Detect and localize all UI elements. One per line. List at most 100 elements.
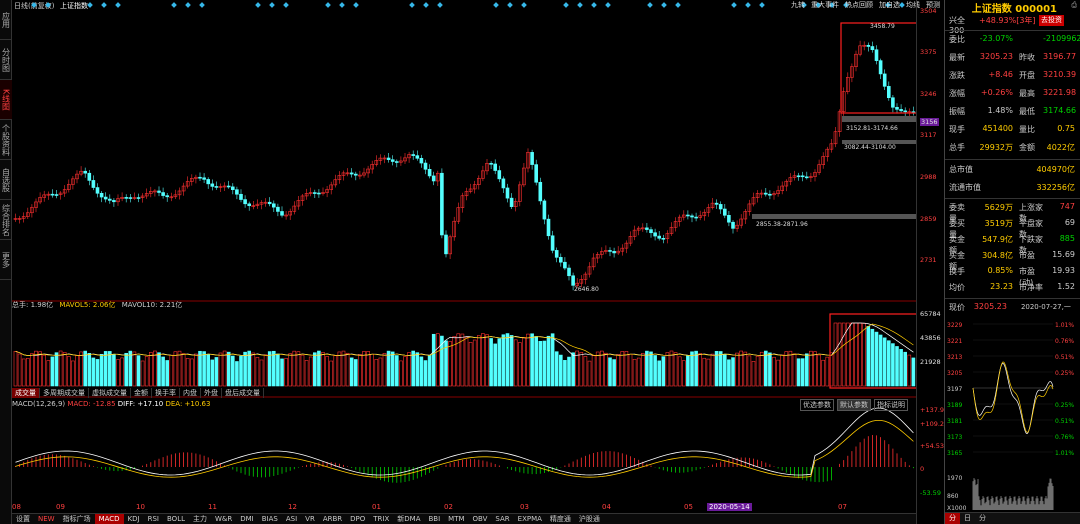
event-marker[interactable] xyxy=(759,2,765,8)
event-marker[interactable] xyxy=(339,2,345,8)
btab-mtm[interactable]: MTM xyxy=(444,514,468,524)
btab-obv[interactable]: OBV xyxy=(469,514,492,524)
event-marker[interactable] xyxy=(437,2,443,8)
btab-new[interactable]: NEW xyxy=(34,514,59,524)
btab-main[interactable]: 主力 xyxy=(189,514,211,524)
event-marker[interactable] xyxy=(647,2,653,8)
q2-row: 均价 23.23 市净率 1.52 xyxy=(949,282,1075,292)
tab-timeshare[interactable]: 分时图 xyxy=(0,40,12,80)
btab-settings[interactable]: 设置 xyxy=(12,514,34,524)
volume-bar xyxy=(173,351,178,387)
vtab-volume[interactable]: 成交量 xyxy=(12,388,40,398)
btab-dmi[interactable]: DMI xyxy=(236,514,258,524)
vtab-outer[interactable]: 外盘 xyxy=(201,388,222,398)
tab-stock-info[interactable]: 个股资料 xyxy=(0,120,12,160)
indicator-help-button[interactable]: 指标说明 xyxy=(874,399,908,411)
intraday-minichart[interactable]: 3229 3221 3213 3205 3197 3189 3181 3173 3165 1.01… xyxy=(945,318,1080,512)
vtab-virtual[interactable]: 虚拟成交量 xyxy=(89,388,131,398)
btab-kdj[interactable]: KDJ xyxy=(124,514,144,524)
volume-bar xyxy=(30,353,34,387)
event-marker[interactable] xyxy=(87,2,93,8)
event-marker[interactable] xyxy=(185,2,191,8)
chart-area[interactable]: 3458.79 3152.81-3174.66 3082.44-3104.00 … xyxy=(12,10,916,513)
event-marker[interactable] xyxy=(353,2,359,8)
event-marker[interactable] xyxy=(507,2,513,8)
btab-bias[interactable]: BIAS xyxy=(258,514,282,524)
btab-square[interactable]: 指标广场 xyxy=(59,514,95,524)
candle xyxy=(136,197,141,199)
mini-tab-minute[interactable]: 分 xyxy=(945,513,960,524)
optimal-params-button[interactable]: 优选参数 xyxy=(800,399,834,411)
btab-trix[interactable]: TRIX xyxy=(369,514,393,524)
vtab-inner[interactable]: 内盘 xyxy=(180,388,201,398)
event-marker[interactable] xyxy=(269,2,275,8)
mini-pct: 0.25% xyxy=(1055,402,1074,409)
mini-pct: 0.51% xyxy=(1055,354,1074,361)
ytick: 2988 xyxy=(920,173,937,181)
event-marker[interactable] xyxy=(661,2,667,8)
candle xyxy=(891,97,895,108)
event-marker[interactable] xyxy=(745,2,751,8)
event-marker[interactable] xyxy=(577,2,583,8)
btab-boll[interactable]: BOLL xyxy=(163,514,189,524)
event-marker[interactable] xyxy=(283,2,289,8)
vtab-multi[interactable]: 多周期成交量 xyxy=(40,388,89,398)
event-marker[interactable] xyxy=(563,2,569,8)
event-marker[interactable] xyxy=(675,2,681,8)
btab-wr[interactable]: W&R xyxy=(211,514,236,524)
btab-dpo[interactable]: DPO xyxy=(346,514,369,524)
default-params-button[interactable]: 默认参数 xyxy=(837,399,871,411)
menu-add-watch[interactable]: 加自选 xyxy=(879,0,900,10)
event-marker[interactable] xyxy=(199,2,205,8)
volume-bar xyxy=(772,356,776,387)
ytick: 3246 xyxy=(920,90,937,98)
event-marker[interactable] xyxy=(255,2,261,8)
menu-hot-review[interactable]: 热点回顾 xyxy=(845,0,873,10)
print-icon[interactable]: ⎙ xyxy=(1071,1,1077,10)
mini-tab-split[interactable]: 分 xyxy=(975,513,990,524)
volume-bar xyxy=(325,356,329,387)
vtab-turnover[interactable]: 换手率 xyxy=(152,388,180,398)
volume-bar xyxy=(202,351,206,387)
btab-hgt[interactable]: 沪股通 xyxy=(575,514,604,524)
btab-vr[interactable]: VR xyxy=(301,514,319,524)
tab-ranking[interactable]: 综合排名 xyxy=(0,200,12,240)
event-marker[interactable] xyxy=(605,2,611,8)
tab-watchlist[interactable]: 自选股 xyxy=(0,160,12,200)
btab-sar[interactable]: SAR xyxy=(491,514,513,524)
event-marker[interactable] xyxy=(731,2,737,8)
btab-rsi[interactable]: RSI xyxy=(144,514,163,524)
tab-more[interactable]: 更多 xyxy=(0,240,12,280)
volume-bar xyxy=(591,355,596,387)
event-marker[interactable] xyxy=(521,2,527,8)
menu-events[interactable]: 重大事件 xyxy=(811,0,839,10)
btab-asi[interactable]: ASI xyxy=(282,514,301,524)
volume-bar xyxy=(280,358,284,387)
btab-precision[interactable]: 精度通 xyxy=(546,514,575,524)
candle xyxy=(505,187,510,199)
vtab-amount[interactable]: 金额 xyxy=(131,388,152,398)
candle xyxy=(768,193,772,196)
volume-bar xyxy=(312,352,317,387)
btab-macd[interactable]: MACD xyxy=(94,514,124,524)
event-marker[interactable] xyxy=(325,2,331,8)
btab-bbi[interactable]: BBI xyxy=(424,514,444,524)
event-marker[interactable] xyxy=(423,2,429,8)
volume-bar xyxy=(304,360,309,387)
menu-jiuzhuan[interactable]: 九转 xyxy=(791,0,805,10)
event-marker[interactable] xyxy=(409,2,415,8)
event-marker[interactable] xyxy=(171,2,177,8)
vtab-after[interactable]: 盘后成交量 xyxy=(222,388,264,398)
tab-apps[interactable]: 应用 xyxy=(0,0,12,40)
mini-tab-day[interactable]: 日 xyxy=(960,513,975,524)
tab-kline[interactable]: K线图 xyxy=(0,80,12,120)
go-invest-button[interactable]: 去投资 xyxy=(1039,15,1064,26)
event-marker[interactable] xyxy=(101,2,107,8)
btab-dma[interactable]: 新DMA xyxy=(393,514,424,524)
btab-arbr[interactable]: ARBR xyxy=(319,514,346,524)
btab-expma[interactable]: EXPMA xyxy=(514,514,546,524)
event-marker[interactable] xyxy=(591,2,597,8)
volume-bar xyxy=(386,350,391,387)
event-marker[interactable] xyxy=(493,2,499,8)
event-marker[interactable] xyxy=(115,2,121,8)
